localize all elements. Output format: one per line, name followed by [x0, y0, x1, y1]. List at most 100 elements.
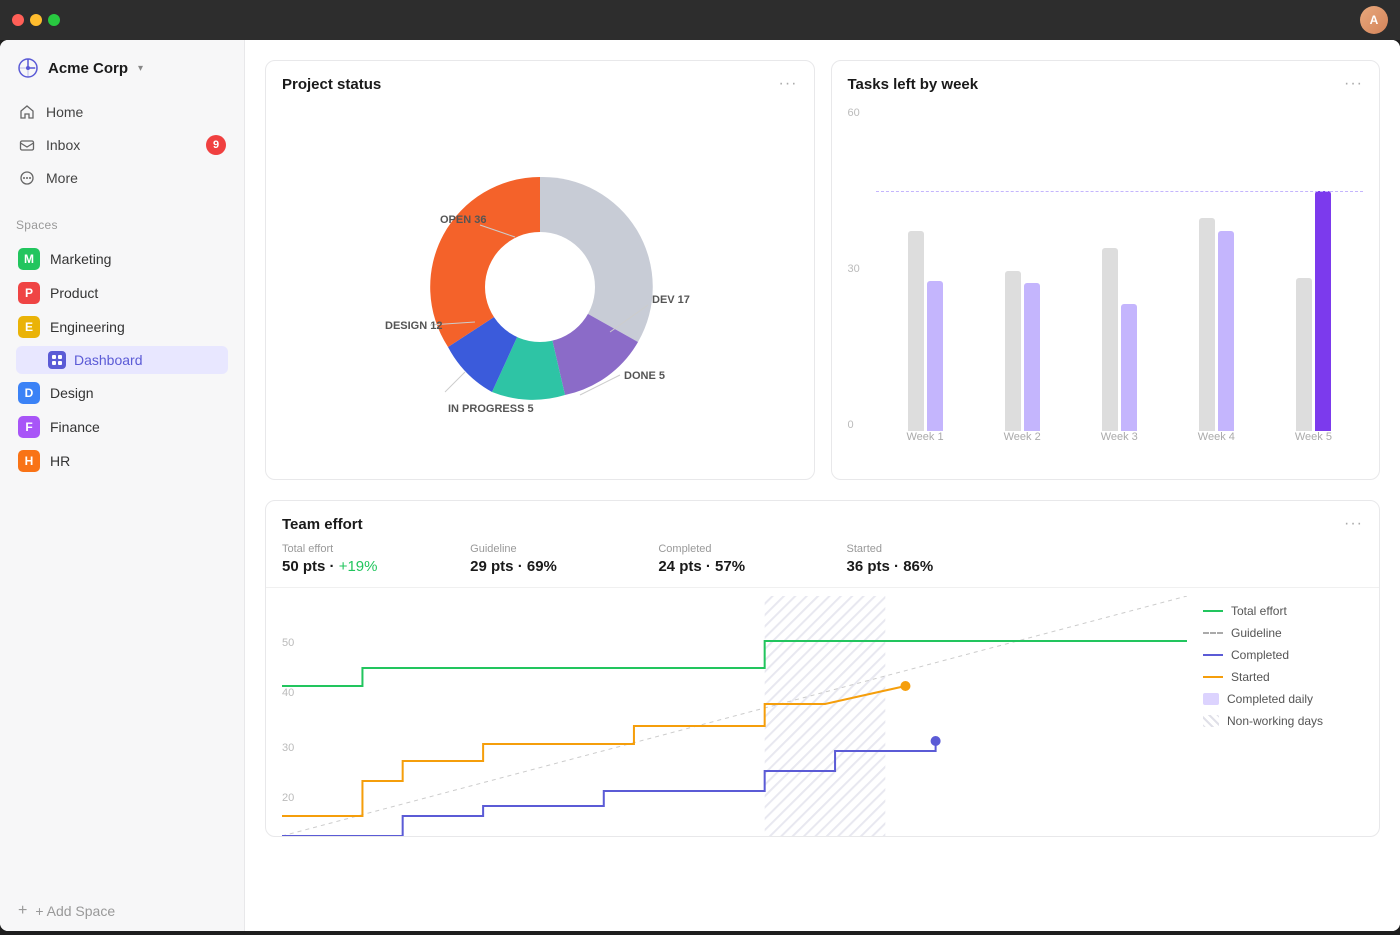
legend-nonworking: Non-working days	[1203, 714, 1363, 728]
x-label-week2: Week 2	[977, 431, 1068, 455]
stat-guideline-value: 29 pts · 69%	[470, 558, 634, 575]
project-status-title: Project status	[282, 76, 381, 93]
spaces-section: Spaces	[0, 202, 244, 242]
sidebar-item-home-label: Home	[46, 104, 83, 120]
effort-chart-area: 50 40 30 20 Total effort Guideline	[266, 588, 1379, 836]
legend-line-started	[1203, 676, 1223, 678]
engineering-icon: E	[18, 316, 40, 338]
spaces-list: M Marketing P Product E Engineering	[0, 242, 244, 478]
design-label: Design	[50, 385, 94, 401]
stat-started: Started 36 pts · 86%	[847, 543, 1035, 575]
sidebar-item-inbox[interactable]: Inbox 9	[8, 128, 236, 162]
legend-started: Started	[1203, 670, 1363, 684]
team-effort-menu[interactable]: ···	[1344, 515, 1363, 533]
more-icon	[18, 169, 36, 187]
y-label-0: 0	[848, 419, 876, 431]
pie-hole	[485, 232, 595, 342]
bar-week4-purple	[1218, 231, 1234, 431]
stat-started-label: Started	[847, 543, 1011, 555]
legend-box-nonworking	[1203, 715, 1219, 727]
y-label-60: 60	[848, 107, 876, 119]
top-charts-row: Project status ···	[265, 60, 1380, 480]
effort-legend: Total effort Guideline Completed Started	[1203, 596, 1363, 836]
spaces-label: Spaces	[16, 218, 236, 232]
legend-daily-label: Completed daily	[1227, 692, 1313, 706]
project-status-card: Project status ···	[265, 60, 815, 480]
x-label-week5: Week 5	[1268, 431, 1359, 455]
y-20: 20	[282, 792, 294, 804]
svg-text:DEV 17: DEV 17	[652, 294, 690, 306]
stat-completed-value: 24 pts · 57%	[658, 558, 822, 575]
total-effort-line	[282, 641, 1187, 686]
team-effort-header: Team effort ···	[266, 501, 1379, 543]
dashboard-icon	[48, 351, 66, 369]
started-dot	[900, 681, 910, 691]
app-container: Acme Corp ▾ Home Inbox	[0, 40, 1400, 931]
add-space-label: + Add Space	[35, 903, 115, 919]
x-labels: Week 1 Week 2 Week 3 Week 4 Week 5	[876, 431, 1364, 455]
add-space-button[interactable]: + + Add Space	[8, 895, 236, 927]
y-label-30: 30	[848, 263, 876, 275]
sidebar-item-home[interactable]: Home	[8, 96, 236, 128]
sidebar-item-inbox-label: Inbox	[46, 137, 80, 153]
marketing-label: Marketing	[50, 251, 111, 267]
minimize-button[interactable]	[30, 14, 42, 26]
product-label: Product	[50, 285, 98, 301]
y-30: 30	[282, 742, 294, 754]
x-label-week3: Week 3	[1074, 431, 1165, 455]
sidebar-item-design[interactable]: D Design	[8, 376, 236, 410]
traffic-lights	[12, 14, 60, 26]
stat-completed: Completed 24 pts · 57%	[658, 543, 846, 575]
pie-chart-container: DEV 17 DONE 5 IN PROGRESS 5 OPEN 36 DESI…	[266, 103, 814, 471]
sidebar-item-marketing[interactable]: M Marketing	[8, 242, 236, 276]
stat-spacer	[1035, 543, 1363, 575]
line-chart-svg: 50 40 30 20	[282, 596, 1187, 836]
effort-stats: Total effort 50 pts · +19% Guideline 29 …	[266, 543, 1379, 588]
bar-week4-gray	[1199, 218, 1215, 431]
inbox-badge: 9	[206, 135, 226, 155]
legend-completed-label: Completed	[1231, 648, 1289, 662]
tasks-by-week-card: Tasks left by week ··· 60 30 0	[831, 60, 1381, 480]
avatar[interactable]: A	[1360, 6, 1388, 34]
tasks-menu[interactable]: ···	[1344, 75, 1363, 93]
stat-guideline: Guideline 29 pts · 69%	[470, 543, 658, 575]
svg-text:DONE 5: DONE 5	[624, 370, 665, 382]
project-status-menu[interactable]: ···	[779, 75, 798, 93]
bar-week1-purple	[927, 281, 943, 431]
sidebar-item-dashboard[interactable]: Dashboard	[16, 346, 228, 374]
legend-total-label: Total effort	[1231, 604, 1287, 618]
sidebar-item-product[interactable]: P Product	[8, 276, 236, 310]
sidebar-item-engineering[interactable]: E Engineering	[8, 310, 236, 344]
legend-line-total	[1203, 610, 1223, 612]
hr-label: HR	[50, 453, 70, 469]
legend-completed-daily: Completed daily	[1203, 692, 1363, 706]
stat-started-value: 36 pts · 86%	[847, 558, 1011, 575]
sidebar: Acme Corp ▾ Home Inbox	[0, 40, 245, 931]
team-effort-card: Team effort ··· Total effort 50 pts · +1…	[265, 500, 1380, 837]
y-axis: 60 30 0	[848, 103, 876, 455]
legend-started-label: Started	[1231, 670, 1270, 684]
maximize-button[interactable]	[48, 14, 60, 26]
sidebar-item-finance[interactable]: F Finance	[8, 410, 236, 444]
add-space-icon: +	[18, 902, 27, 920]
bar-group-week5	[1268, 103, 1359, 431]
product-icon: P	[18, 282, 40, 304]
bar-group-week1	[880, 103, 971, 431]
engineering-label: Engineering	[50, 319, 125, 335]
sidebar-item-more[interactable]: More	[8, 162, 236, 194]
bars-week2	[1005, 271, 1040, 431]
bar-week1-gray	[908, 231, 924, 431]
stat-total-effort: Total effort 50 pts · +19%	[282, 543, 470, 575]
sidebar-item-hr[interactable]: H HR	[8, 444, 236, 478]
design-icon: D	[18, 382, 40, 404]
x-label-week4: Week 4	[1171, 431, 1262, 455]
tasks-header: Tasks left by week ···	[832, 61, 1380, 103]
company-header[interactable]: Acme Corp ▾	[0, 40, 244, 88]
bar-week2-purple	[1024, 283, 1040, 431]
close-button[interactable]	[12, 14, 24, 26]
svg-text:OPEN 36: OPEN 36	[440, 214, 486, 226]
completed-dot	[931, 736, 941, 746]
tasks-title: Tasks left by week	[848, 76, 979, 93]
y-50: 50	[282, 637, 294, 649]
bar-chart-inner: 60 30 0	[848, 103, 1364, 455]
